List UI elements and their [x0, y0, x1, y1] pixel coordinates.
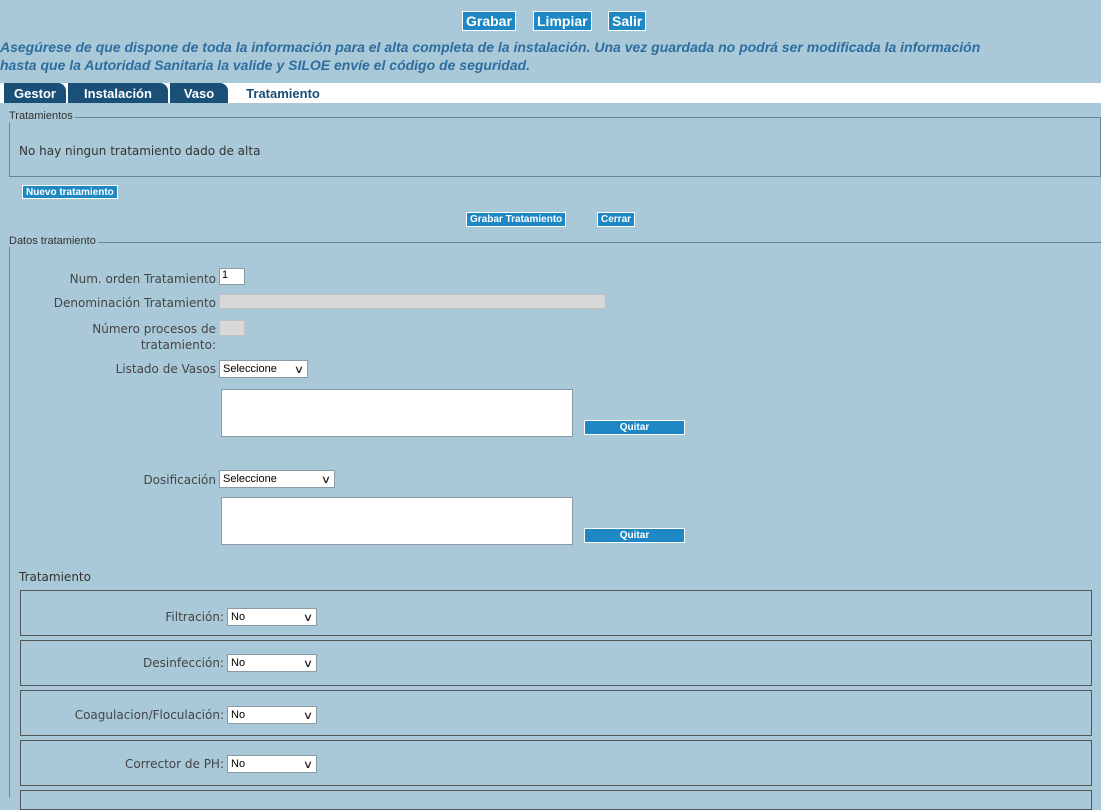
desinfeccion-row: Desinfección: No ∨: [20, 640, 1092, 686]
notice-line-1: Asegúrese de que dispone de toda la info…: [0, 39, 981, 55]
empty-message: No hay ningun tratamiento dado de alta: [19, 144, 261, 158]
vasos-select[interactable]: Seleccione ∨: [219, 360, 308, 378]
limpiar-button[interactable]: Limpiar: [533, 11, 592, 31]
salir-button[interactable]: Salir: [608, 11, 647, 31]
quitar-vasos-button[interactable]: Quitar: [584, 420, 685, 435]
num-orden-label: Num. orden Tratamiento: [69, 272, 216, 286]
nuevo-tratamiento-button[interactable]: Nuevo tratamiento: [22, 185, 118, 199]
datos-legend-line: [9, 242, 1101, 243]
coagulacion-value: No: [231, 709, 246, 721]
grabar-tratamiento-button[interactable]: Grabar Tratamiento: [466, 212, 567, 227]
chevron-down-icon: ∨: [302, 657, 314, 670]
filtracion-value: No: [231, 611, 246, 623]
datos-legend: Datos tratamiento: [9, 235, 98, 247]
coagulacion-label: Coagulacion/Floculación:: [74, 708, 224, 722]
chevron-down-icon: ∨: [293, 363, 305, 376]
dosificacion-select-value: Seleccione: [223, 473, 277, 485]
dosificacion-listbox[interactable]: [221, 497, 573, 545]
corrector-ph-select[interactable]: No ∨: [227, 755, 317, 773]
corrector-ph-value: No: [231, 758, 246, 770]
vasos-select-value: Seleccione: [223, 363, 277, 375]
num-procesos-label-2: tratamiento:: [140, 338, 216, 352]
filtracion-label: Filtración:: [165, 610, 224, 624]
desinfeccion-select[interactable]: No ∨: [227, 654, 317, 672]
notice-line-2: hasta que la Autoridad Sanitaria la vali…: [0, 57, 531, 73]
tab-tratamiento[interactable]: Tratamiento: [230, 83, 336, 103]
corrector-ph-label: Corrector de PH:: [124, 757, 224, 771]
vasos-listbox[interactable]: [221, 389, 573, 437]
coagulacion-row: Coagulacion/Floculación: No ∨: [20, 690, 1092, 736]
denominacion-input: [219, 294, 606, 309]
coagulacion-select[interactable]: No ∨: [227, 706, 317, 724]
num-procesos-input: [219, 320, 245, 336]
filtracion-row: Filtración: No ∨: [20, 590, 1092, 636]
filtracion-select[interactable]: No ∨: [227, 608, 317, 626]
tab-gestor[interactable]: Gestor: [4, 83, 66, 103]
desinfeccion-value: No: [231, 657, 246, 669]
corrector-ph-row: Corrector de PH: No ∨: [20, 740, 1092, 786]
chevron-down-icon: ∨: [302, 709, 314, 722]
cerrar-button[interactable]: Cerrar: [597, 212, 636, 227]
vasos-label: Listado de Vasos: [115, 362, 216, 376]
tratamientos-legend: Tratamientos: [9, 110, 75, 122]
chevron-down-icon: ∨: [320, 473, 332, 486]
tab-instalacion[interactable]: Instalación: [68, 83, 168, 103]
dosificacion-label: Dosificación: [143, 473, 216, 487]
tab-vaso[interactable]: Vaso: [170, 83, 228, 103]
tratamiento-heading: Tratamiento: [19, 570, 91, 584]
datos-fieldset-left-border: [9, 242, 10, 798]
chevron-down-icon: ∨: [302, 611, 314, 624]
num-orden-input[interactable]: 1: [219, 268, 245, 285]
next-row-partial: [20, 790, 1092, 810]
desinfeccion-label: Desinfección:: [143, 656, 224, 670]
grabar-button[interactable]: Grabar: [462, 11, 516, 31]
chevron-down-icon: ∨: [302, 758, 314, 771]
num-procesos-label-1: Número procesos de: [92, 322, 216, 336]
dosificacion-select[interactable]: Seleccione ∨: [219, 470, 335, 488]
tab-bar: Gestor Instalación Vaso Tratamiento: [0, 83, 1101, 103]
tratamientos-legend-line: [9, 117, 1101, 118]
denominacion-label: Denominación Tratamiento: [53, 296, 216, 310]
quitar-dosificacion-button[interactable]: Quitar: [584, 528, 685, 543]
